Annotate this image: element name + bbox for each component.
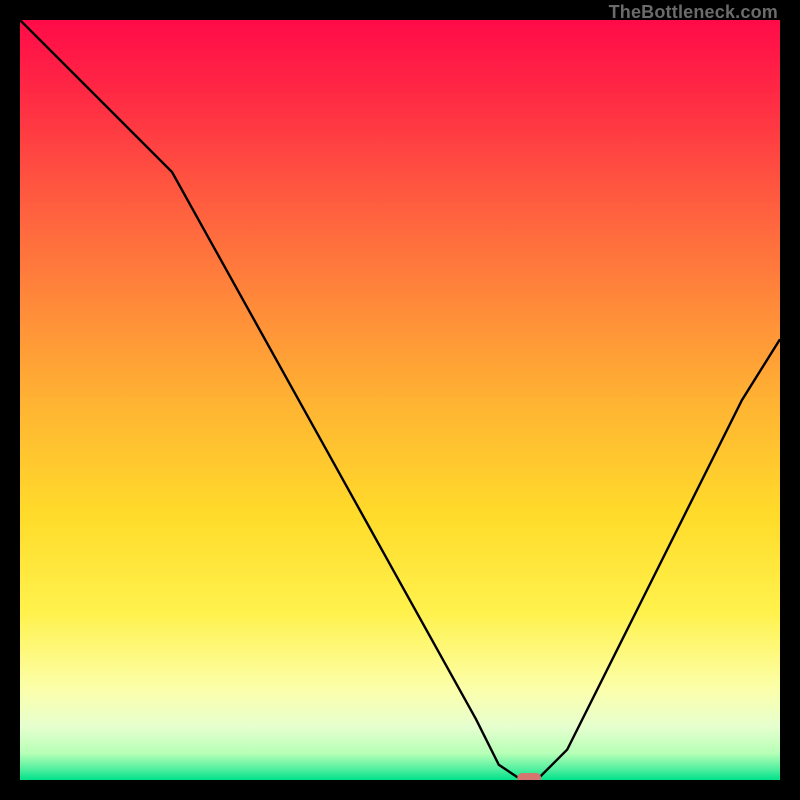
chart-svg — [20, 20, 780, 780]
watermark-text: TheBottleneck.com — [609, 2, 778, 23]
chart-plot-area — [20, 20, 780, 780]
optimal-marker — [517, 773, 541, 780]
chart-frame: TheBottleneck.com — [0, 0, 800, 800]
